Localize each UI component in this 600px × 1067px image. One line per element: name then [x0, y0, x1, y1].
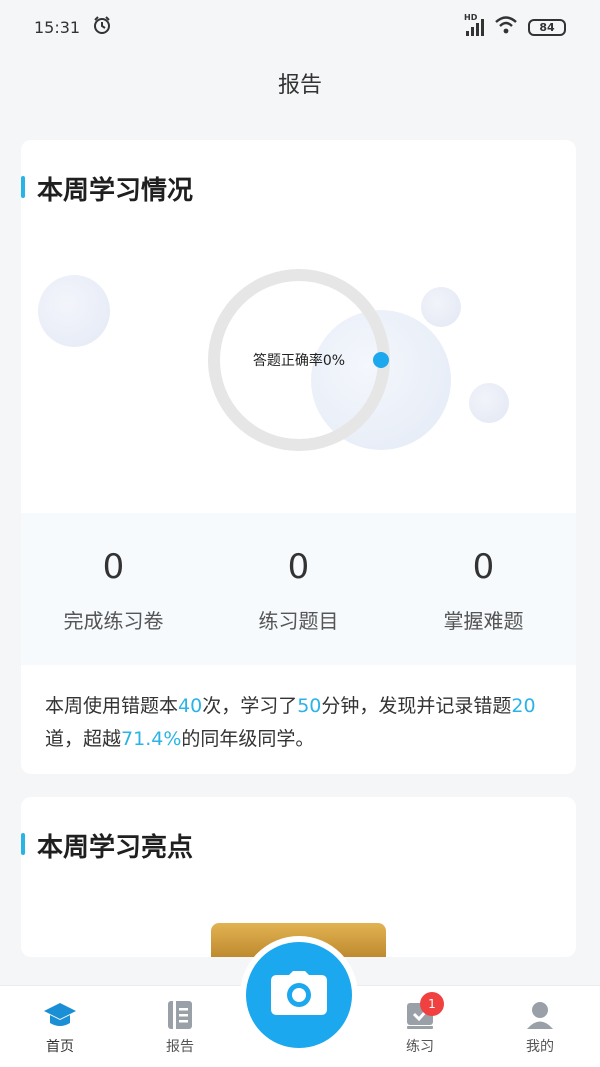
battery-level: 84 [539, 20, 555, 34]
tab-label: 我的 [526, 1039, 554, 1055]
tab-label: 报告 [166, 1039, 194, 1055]
signal-icon: HD [464, 13, 484, 36]
camera-button[interactable] [246, 942, 352, 1048]
summary-text: 的同年级同学。 [181, 728, 315, 750]
status-bar: 15:31 HD 84 [0, 0, 600, 54]
tab-home[interactable]: 首页 [0, 986, 120, 1067]
accuracy-label: 答题正确率0% [252, 353, 346, 369]
wifi-icon [494, 16, 518, 38]
decor-bubble [421, 287, 461, 327]
summary-percentile: 71.4% [121, 728, 182, 750]
practice-badge: 1 [420, 992, 444, 1016]
camera-icon [271, 971, 327, 1019]
weekly-summary: 本周使用错题本40次，学习了50分钟，发现并记录错题20 道，超越71.4%的同年… [45, 690, 555, 756]
notebook-icon [163, 1000, 197, 1030]
tab-profile[interactable]: 我的 [480, 986, 600, 1067]
user-icon [523, 1000, 557, 1030]
decor-bubble [38, 275, 110, 347]
tab-label: 练习 [406, 1039, 434, 1055]
weekly-study-card: 本周学习情况 答题正确率0% 0 完成练习卷 0 练习题目 0 掌握难题 本周使… [21, 140, 576, 774]
page-title: 报告 [277, 73, 322, 98]
page-header: 报告 [0, 54, 600, 112]
weekly-study-title: 本周学习情况 [21, 170, 193, 206]
tab-practice[interactable]: 1 练习 [360, 986, 480, 1067]
tab-report[interactable]: 报告 [120, 986, 240, 1067]
stat-label: 练习题目 [258, 609, 339, 633]
stat-completed-papers: 0 完成练习卷 [21, 513, 206, 665]
stat-mastered-hard: 0 掌握难题 [391, 513, 576, 665]
stats-row: 0 完成练习卷 0 练习题目 0 掌握难题 [21, 513, 576, 665]
stat-value: 0 [287, 547, 310, 587]
summary-text: 分钟，发现并记录错题 [321, 695, 512, 717]
summary-text: 道，超越 [45, 728, 122, 750]
decor-bubble [469, 383, 509, 423]
summary-text: 本周使用错题本 [45, 695, 179, 717]
summary-text: 次，学习了 [202, 695, 298, 717]
tab-label: 首页 [46, 1039, 74, 1055]
summary-minutes: 50 [297, 695, 322, 717]
accuracy-ring: 答题正确率0% [207, 268, 391, 452]
weekly-highlight-card: 本周学习亮点 [21, 797, 576, 957]
stat-practice-questions: 0 练习题目 [206, 513, 391, 665]
status-time: 15:31 [34, 17, 81, 37]
graduation-cap-icon [43, 1000, 77, 1030]
stat-value: 0 [472, 547, 495, 587]
stat-label: 完成练习卷 [63, 609, 164, 633]
battery-icon: 84 [528, 18, 566, 36]
stat-value: 0 [102, 547, 125, 587]
summary-mistakes: 20 [511, 695, 536, 717]
stat-label: 掌握难题 [443, 609, 524, 633]
weekly-highlight-title: 本周学习亮点 [21, 827, 193, 863]
alarm-icon [92, 15, 112, 39]
network-type: HD [464, 12, 478, 22]
summary-count-uses: 40 [178, 695, 203, 717]
